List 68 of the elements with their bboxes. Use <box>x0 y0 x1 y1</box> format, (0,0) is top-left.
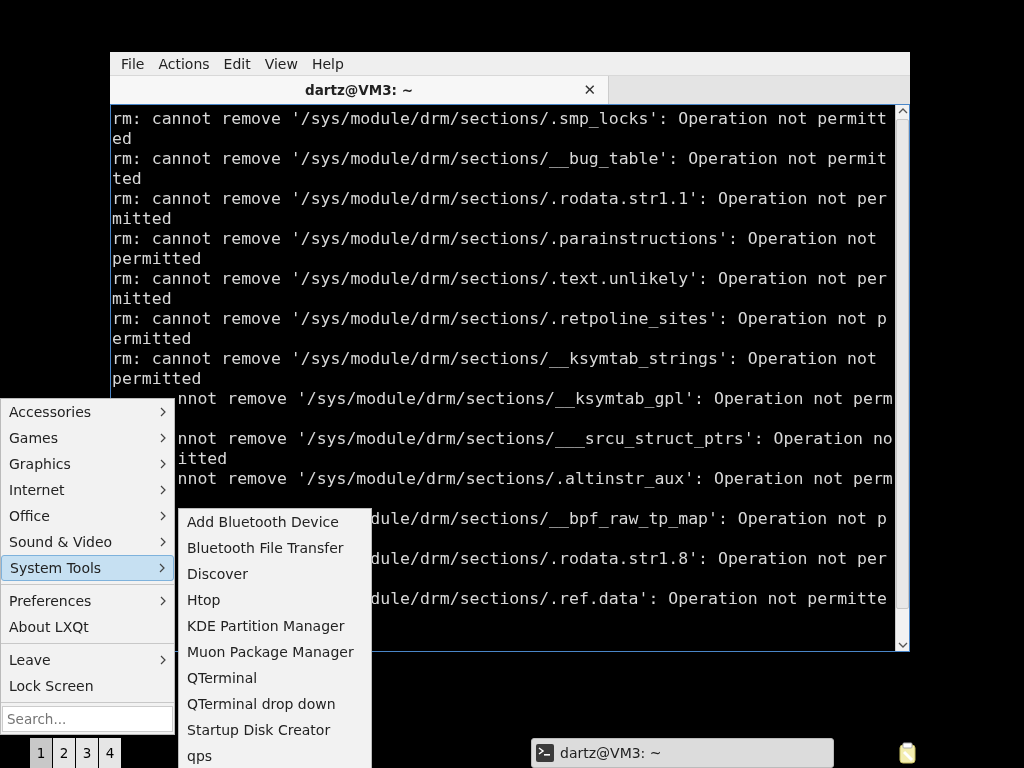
menu-item[interactable]: Edit <box>216 55 258 72</box>
menu-item[interactable]: QTerminal drop down <box>179 691 371 717</box>
terminal-line: ed <box>112 129 132 148</box>
terminal-line: rm: cannot remove '/sys/module/drm/sections/.parainstructions': Operation not <box>112 229 877 248</box>
desktop-button[interactable]: 2 <box>53 737 75 768</box>
scrollbar-thumb[interactable] <box>896 119 909 609</box>
terminal-line: mitted <box>112 289 172 308</box>
menu-item[interactable]: QTerminal <box>179 665 371 691</box>
terminal-line: nnot remove '/sys/module/drm/sections/___srcu_struct_ptrs': Operation no <box>177 429 893 448</box>
chevron-right-icon <box>160 407 166 417</box>
menu-item[interactable]: View <box>257 55 305 72</box>
terminal-line: rm: cannot remove '/sys/module/drm/sections/.smp_locks': Operation not permitt <box>112 109 887 128</box>
terminal-icon <box>536 743 554 762</box>
menu-item[interactable]: Startup Disk Creator <box>179 717 371 743</box>
scrollbar[interactable] <box>895 105 909 651</box>
menu-item[interactable]: Lock Screen <box>1 673 174 699</box>
terminal-line: nnot remove '/sys/module/drm/sections/.altinstr_aux': Operation not perm <box>177 469 893 488</box>
chevron-right-icon <box>160 655 166 665</box>
menu-item[interactable]: Leave <box>1 647 174 673</box>
menu-item[interactable]: Discover <box>179 561 371 587</box>
menu-item[interactable]: Accessories <box>1 399 174 425</box>
terminal-line: rm: cannot remove '/sys/module/drm/sections/.text.unlikely': Operation not per <box>112 269 887 288</box>
menu-item[interactable]: Bluetooth File Transfer <box>179 535 371 561</box>
terminal-line: permitted <box>112 369 202 388</box>
terminal-line: rm: cannot remove '/sys/module/drm/sections/__bug_table': Operation not permit <box>112 149 887 168</box>
menu-item[interactable]: File <box>114 55 152 72</box>
terminal-line: mitted <box>112 209 172 228</box>
search-field[interactable]: Search... <box>2 706 173 732</box>
menu-item[interactable]: Htop <box>179 587 371 613</box>
chevron-right-icon <box>160 459 166 469</box>
terminal-line: dule/drm/sections/.ref.data': Operation not permitte <box>370 589 887 608</box>
chevron-right-icon <box>160 596 166 606</box>
chevron-right-icon <box>159 563 165 573</box>
menu-item[interactable]: Preferences <box>1 588 174 614</box>
close-tab-button[interactable]: ✕ <box>583 81 596 99</box>
menu-item[interactable]: qps <box>179 743 371 768</box>
terminal-line: itted <box>177 449 228 468</box>
menu-item[interactable]: Help <box>304 55 351 72</box>
terminal-line: rm: cannot remove '/sys/module/drm/sections/__ksymtab_strings': Operation not <box>112 349 877 368</box>
menu-item[interactable]: Add Bluetooth Device <box>179 509 371 535</box>
menu-item[interactable]: Internet <box>1 477 174 503</box>
menu-item[interactable]: Sound & Video <box>1 529 174 555</box>
chevron-right-icon <box>160 537 166 547</box>
terminal-line: rm: cannot remove '/sys/module/drm/sections/.retpoline_sites': Operation not p <box>112 309 887 328</box>
menu-item[interactable]: Office <box>1 503 174 529</box>
desktop-button[interactable]: 4 <box>99 737 121 768</box>
menu-item[interactable]: Games <box>1 425 174 451</box>
terminal-line: dule/drm/sections/.rodata.str1.8': Operation not per <box>370 549 887 568</box>
menu-item[interactable]: Muon Package Manager <box>179 639 371 665</box>
terminal-line: nnot remove '/sys/module/drm/sections/__ksymtab_gpl': Operation not perm <box>177 389 893 408</box>
menu-item[interactable]: System Tools <box>1 555 174 581</box>
menu-item[interactable]: Actions <box>151 55 217 72</box>
desktop-button[interactable]: 1 <box>30 737 52 768</box>
terminal-line: ermitted <box>112 329 192 348</box>
chevron-right-icon <box>160 433 166 443</box>
terminal-line: ted <box>112 169 142 188</box>
chevron-right-icon <box>160 511 166 521</box>
desktop-button[interactable]: 3 <box>76 737 98 768</box>
terminal-line: dule/drm/sections/__bpf_raw_tp_map': Operation not p <box>370 509 887 528</box>
terminal-line: rm: cannot remove '/sys/module/drm/sections/.rodata.str1.1': Operation not per <box>112 189 887 208</box>
taskbar-window-button[interactable]: dartz@VM3: ~ <box>531 737 834 768</box>
menu-item[interactable]: About LXQt <box>1 614 174 640</box>
menu-item[interactable]: KDE Partition Manager <box>179 613 371 639</box>
terminal-tab[interactable]: dartz@VM3: ~ ✕ <box>110 76 609 104</box>
clipboard-icon[interactable] <box>898 741 918 764</box>
menu-item[interactable]: Graphics <box>1 451 174 477</box>
terminal-line: permitted <box>112 249 202 268</box>
chevron-right-icon <box>160 485 166 495</box>
